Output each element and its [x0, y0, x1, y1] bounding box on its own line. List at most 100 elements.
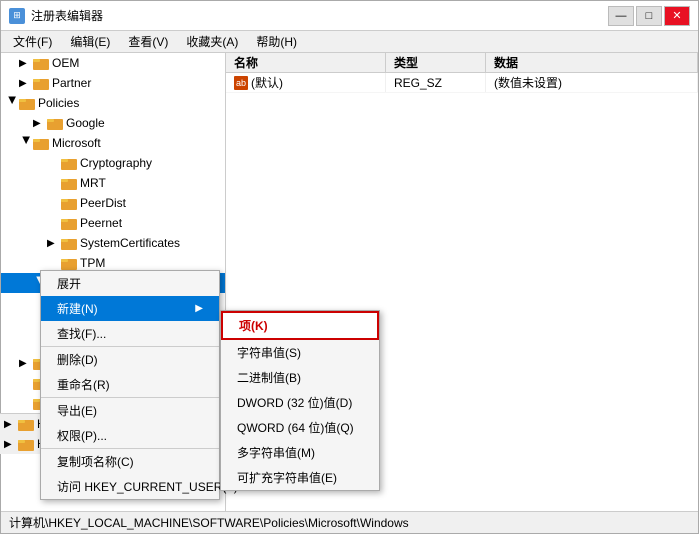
arrow-icon: ▶	[19, 358, 33, 369]
submenu-item-qword[interactable]: QWORD (64 位)值(Q)	[221, 415, 379, 440]
arrow-icon: ▶	[4, 419, 18, 430]
ctx-new-label: 新建(N)	[57, 300, 98, 317]
submenu-item-dword[interactable]: DWORD (32 位)值(D)	[221, 390, 379, 415]
ctx-delete[interactable]: 删除(D)	[41, 346, 219, 372]
tree-item-label: Microsoft	[52, 136, 225, 150]
ctx-new[interactable]: 新建(N) ▶	[41, 296, 219, 321]
submenu-multistring-label: 多字符串值(M)	[237, 446, 315, 460]
folder-icon	[61, 176, 77, 190]
arrow-icon: ▶	[4, 439, 18, 450]
cell-name-text: (默认)	[251, 74, 283, 91]
menu-help[interactable]: 帮助(H)	[248, 31, 305, 52]
submenu-item-expandstring[interactable]: 可扩充字符串值(E)	[221, 465, 379, 490]
tree-item-label: SystemCertificates	[80, 236, 225, 250]
submenu-item-key[interactable]: 项(K)	[221, 311, 379, 340]
app-icon: ⊞	[9, 8, 25, 24]
folder-icon	[33, 76, 49, 90]
menu-file[interactable]: 文件(F)	[5, 31, 60, 52]
tree-item-label: Peernet	[80, 216, 225, 230]
folder-icon	[61, 216, 77, 230]
minimize-button[interactable]: —	[608, 6, 634, 26]
folder-icon	[18, 417, 34, 431]
folder-icon	[33, 136, 49, 150]
submenu-dword-label: DWORD (32 位)值(D)	[237, 396, 352, 410]
ctx-find[interactable]: 查找(F)...	[41, 321, 219, 346]
status-bar: 计算机\HKEY_LOCAL_MACHINE\SOFTWARE\Policies…	[1, 511, 698, 533]
folder-icon	[61, 256, 77, 270]
ctx-permissions-label: 权限(P)...	[57, 427, 107, 444]
ctx-export[interactable]: 导出(E)	[41, 397, 219, 423]
cell-data: (数值未设置)	[486, 73, 698, 92]
submenu-expandstring-label: 可扩充字符串值(E)	[237, 471, 337, 485]
ctx-export-label: 导出(E)	[57, 402, 97, 419]
ctx-copy-label: 复制项名称(C)	[57, 453, 134, 470]
cell-name: ab (默认)	[226, 73, 386, 92]
content-row-default[interactable]: ab (默认) REG_SZ (数值未设置)	[226, 73, 698, 93]
col-data-header: 数据	[486, 53, 698, 72]
tree-item-policies[interactable]: ▶ Policies	[1, 93, 225, 113]
tree-item-microsoft[interactable]: ▶ Microsoft	[1, 133, 225, 153]
folder-icon	[61, 196, 77, 210]
submenu-item-string[interactable]: 字符串值(S)	[221, 340, 379, 365]
folder-icon	[47, 116, 63, 130]
ctx-access[interactable]: 访问 HKEY_CURRENT_USER(T)	[41, 474, 219, 499]
menu-bar: 文件(F) 编辑(E) 查看(V) 收藏夹(A) 帮助(H)	[1, 31, 698, 53]
submenu-qword-label: QWORD (64 位)值(Q)	[237, 421, 354, 435]
submenu-item-multistring[interactable]: 多字符串值(M)	[221, 440, 379, 465]
folder-icon	[18, 437, 34, 451]
ctx-rename[interactable]: 重命名(R)	[41, 372, 219, 397]
arrow-icon: ▶	[21, 136, 32, 150]
tree-item-label: Partner	[52, 76, 225, 90]
submenu-binary-label: 二进制值(B)	[237, 371, 301, 385]
arrow-icon: ▶	[33, 118, 47, 129]
ctx-expand[interactable]: 展开	[41, 271, 219, 296]
folder-icon	[19, 96, 35, 110]
submenu: 项(K) 字符串值(S) 二进制值(B) DWORD (32 位)值(D) QW…	[220, 310, 380, 491]
arrow-icon: ▶	[19, 78, 33, 89]
menu-favorites[interactable]: 收藏夹(A)	[178, 31, 246, 52]
close-button[interactable]: ✕	[664, 6, 690, 26]
tree-item-oem[interactable]: ▶ OEM	[1, 53, 225, 73]
window-controls: — □ ✕	[608, 6, 690, 26]
registry-editor-window: ⊞ 注册表编辑器 — □ ✕ 文件(F) 编辑(E) 查看(V) 收藏夹(A) …	[0, 0, 699, 534]
submenu-string-label: 字符串值(S)	[237, 346, 301, 360]
ctx-access-label: 访问 HKEY_CURRENT_USER(T)	[57, 478, 238, 495]
tree-item-systemcerts[interactable]: ▶ SystemCertificates	[1, 233, 225, 253]
tree-item-label: PeerDist	[80, 196, 225, 210]
tree-item-peerdist[interactable]: ▶ PeerDist	[1, 193, 225, 213]
arrow-icon: ▶	[47, 238, 61, 249]
ctx-delete-label: 删除(D)	[57, 351, 98, 368]
ctx-find-label: 查找(F)...	[57, 325, 106, 342]
tree-item-peernet[interactable]: ▶ Peernet	[1, 213, 225, 233]
content-header: 名称 类型 数据	[226, 53, 698, 73]
ctx-rename-label: 重命名(R)	[57, 376, 110, 393]
tree-item-mrt[interactable]: ▶ MRT	[1, 173, 225, 193]
col-name-header: 名称	[226, 53, 386, 72]
tree-item-label: Policies	[38, 96, 225, 110]
menu-edit[interactable]: 编辑(E)	[62, 31, 118, 52]
tree-item-label: Google	[66, 116, 225, 130]
submenu-item-binary[interactable]: 二进制值(B)	[221, 365, 379, 390]
submenu-arrow-icon: ▶	[195, 303, 203, 314]
tree-item-label: Cryptography	[80, 156, 225, 170]
tree-item-cryptography[interactable]: ▶ Cryptography	[1, 153, 225, 173]
arrow-icon: ▶	[19, 58, 33, 69]
menu-view[interactable]: 查看(V)	[120, 31, 176, 52]
tree-item-label: OEM	[52, 56, 225, 70]
context-menu: 展开 新建(N) ▶ 查找(F)... 删除(D) 重命名(R) 导出(E) 权…	[40, 270, 220, 500]
window-title: 注册表编辑器	[31, 7, 103, 24]
folder-icon	[33, 56, 49, 70]
folder-icon	[61, 156, 77, 170]
status-path: 计算机\HKEY_LOCAL_MACHINE\SOFTWARE\Policies…	[9, 514, 409, 531]
maximize-button[interactable]: □	[636, 6, 662, 26]
ctx-copy[interactable]: 复制项名称(C)	[41, 448, 219, 474]
tree-item-label: TPM	[80, 256, 225, 270]
col-type-header: 类型	[386, 53, 486, 72]
ctx-permissions[interactable]: 权限(P)...	[41, 423, 219, 448]
folder-icon	[61, 236, 77, 250]
tree-item-label: MRT	[80, 176, 225, 190]
ab-icon: ab	[234, 76, 248, 90]
tree-item-google[interactable]: ▶ Google	[1, 113, 225, 133]
cell-type: REG_SZ	[386, 73, 486, 92]
tree-item-partner[interactable]: ▶ Partner	[1, 73, 225, 93]
